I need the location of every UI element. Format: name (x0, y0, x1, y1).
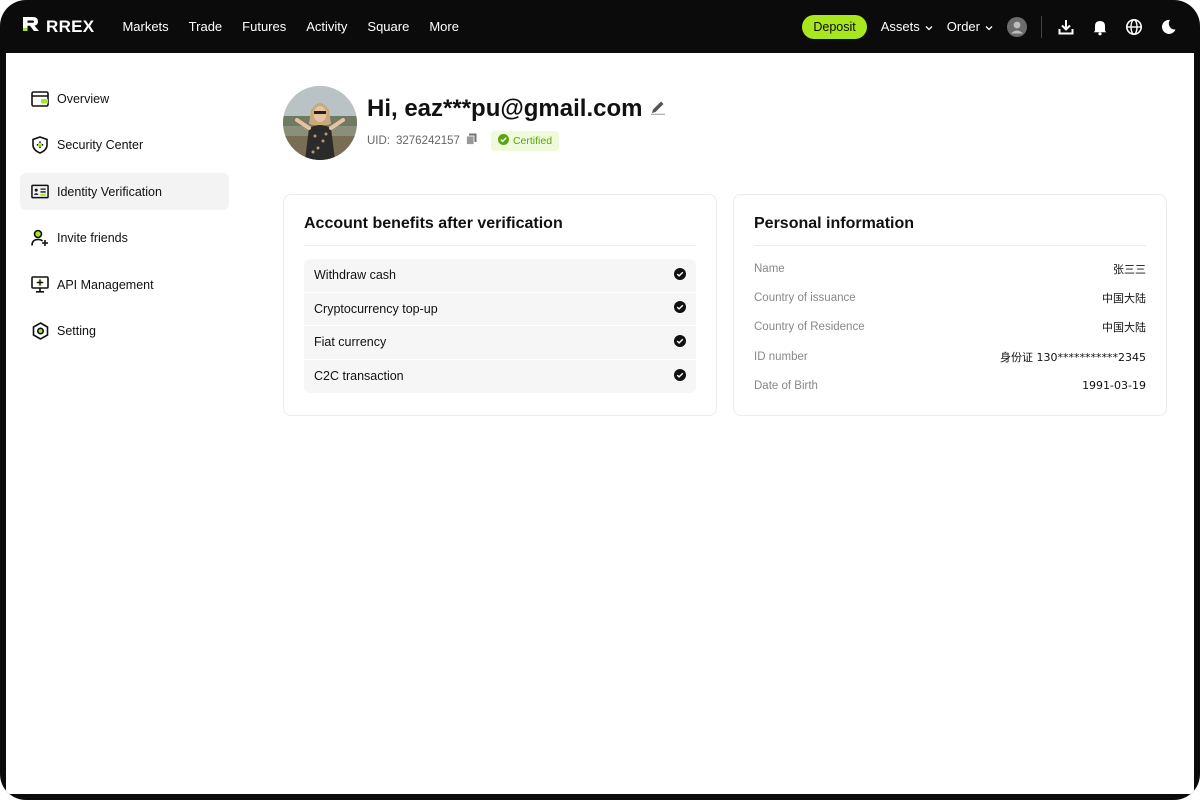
info-row-country-of-issuance: Country of issuance 中国大陆 (754, 283, 1146, 312)
globe-icon[interactable] (1124, 17, 1144, 37)
brand-logo[interactable]: RREX (22, 16, 94, 37)
personal-info-title: Personal information (754, 215, 1146, 246)
nav-futures[interactable]: Futures (232, 19, 296, 34)
page-title: Hi, eaz***pu@gmail.com (367, 95, 643, 122)
shield-icon (31, 136, 49, 154)
main-nav: Markets Trade Futures Activity Square Mo… (122, 19, 469, 34)
benefit-label: Fiat currency (314, 335, 387, 350)
nav-more[interactable]: More (419, 19, 469, 34)
brand-name: RREX (46, 16, 95, 36)
divider (1041, 15, 1042, 38)
badge-label: Certified (512, 135, 553, 147)
list-item: Cryptocurrency top-up (304, 293, 696, 326)
app-frame: RREX Markets Trade Futures Activity Squa… (0, 0, 1200, 800)
info-label: Country of Residence (754, 321, 865, 334)
moon-icon[interactable] (1158, 17, 1178, 37)
profile-text: Hi, eaz***pu@gmail.com UID: 3276242157 C… (367, 95, 666, 151)
benefit-label: Withdraw cash (314, 268, 396, 283)
order-dropdown[interactable]: Order (947, 19, 993, 34)
assets-label: Assets (880, 19, 920, 34)
info-label: Country of issuance (754, 291, 856, 304)
sidebar-item-label: Overview (57, 91, 110, 106)
list-item: C2C transaction (304, 360, 696, 394)
edit-icon[interactable] (650, 99, 666, 120)
assets-dropdown[interactable]: Assets (881, 19, 933, 34)
info-value: 身份证 130***********2345 (1000, 350, 1146, 364)
id-card-icon (31, 183, 49, 201)
sidebar-item-identity-verification[interactable]: Identity Verification (20, 173, 229, 211)
check-circle-icon (674, 267, 686, 283)
benefits-card: Account benefits after verification With… (283, 194, 717, 416)
sidebar-item-overview[interactable]: Overview (20, 80, 229, 117)
order-label: Order (946, 19, 980, 34)
settings-icon (31, 322, 49, 341)
info-value: 张三三 (1113, 262, 1146, 276)
check-circle-icon (674, 334, 686, 350)
check-circle-icon (674, 301, 686, 316)
user-avatar-icon[interactable] (1007, 16, 1027, 37)
sidebar-item-label: Invite friends (57, 231, 128, 246)
info-label: Date of Birth (754, 379, 818, 392)
info-row-id-number: ID number 身份证 130***********2345 (754, 342, 1146, 371)
info-value: 中国大陆 (1102, 291, 1146, 305)
uid-row: UID: 3276242157 Certified (367, 131, 666, 151)
personal-info-rows: Name 张三三 Country of issuance 中国大陆 Countr… (754, 254, 1146, 400)
sidebar: Overview Security Center Identity Verifi… (20, 80, 229, 360)
nav-markets[interactable]: Markets (122, 19, 178, 34)
copy-icon[interactable] (466, 132, 477, 150)
sidebar-item-label: API Management (57, 277, 154, 292)
download-icon[interactable] (1056, 17, 1076, 37)
add-user-icon (31, 229, 49, 247)
top-navbar: RREX Markets Trade Futures Activity Squa… (0, 0, 1200, 53)
nav-trade[interactable]: Trade (179, 19, 232, 34)
wallet-icon (31, 90, 49, 108)
chevron-down-icon (925, 19, 933, 34)
sidebar-item-label: Setting (57, 324, 96, 339)
sidebar-item-security-center[interactable]: Security Center (20, 127, 229, 164)
list-item: Withdraw cash (304, 259, 696, 293)
uid-label: UID: (367, 135, 390, 147)
chevron-down-icon (985, 19, 993, 34)
benefits-title: Account benefits after verification (304, 215, 696, 246)
benefit-list: Withdraw cash Cryptocurrency top-up Fiat… (304, 259, 696, 393)
info-label: Name (754, 262, 785, 275)
check-circle-icon (674, 368, 686, 384)
benefit-label: Cryptocurrency top-up (314, 301, 438, 316)
sidebar-item-api-management[interactable]: API Management (20, 266, 229, 303)
benefit-label: C2C transaction (314, 369, 404, 384)
sidebar-item-invite-friends[interactable]: Invite friends (20, 220, 229, 257)
personal-info-card: Personal information Name 张三三 Country of… (733, 194, 1167, 416)
top-right-controls: Deposit Assets Order (802, 14, 1178, 39)
rrex-logo-icon (22, 16, 40, 37)
avatar (283, 86, 357, 160)
info-value: 中国大陆 (1102, 321, 1146, 335)
nav-activity[interactable]: Activity (296, 19, 357, 34)
nav-square[interactable]: Square (357, 19, 419, 34)
info-value: 1991-03-19 (1082, 379, 1146, 393)
info-row-country-of-residence: Country of Residence 中国大陆 (754, 313, 1146, 342)
uid-value: 3276242157 (396, 135, 460, 147)
check-circle-icon (497, 134, 509, 148)
sidebar-item-setting[interactable]: Setting (20, 313, 229, 350)
list-item: Fiat currency (304, 326, 696, 360)
status-badge: Certified (490, 131, 560, 151)
sidebar-item-label: Identity Verification (57, 184, 162, 199)
info-row-name: Name 张三三 (754, 254, 1146, 283)
info-label: ID number (754, 350, 808, 363)
profile-header: Hi, eaz***pu@gmail.com UID: 3276242157 C… (283, 86, 666, 160)
main-content: Overview Security Center Identity Verifi… (6, 53, 1194, 794)
info-row-date-of-birth: Date of Birth 1991-03-19 (754, 371, 1146, 400)
monitor-icon (31, 276, 49, 294)
sidebar-item-label: Security Center (57, 138, 144, 153)
bell-icon[interactable] (1090, 17, 1110, 37)
deposit-button[interactable]: Deposit (802, 14, 867, 39)
